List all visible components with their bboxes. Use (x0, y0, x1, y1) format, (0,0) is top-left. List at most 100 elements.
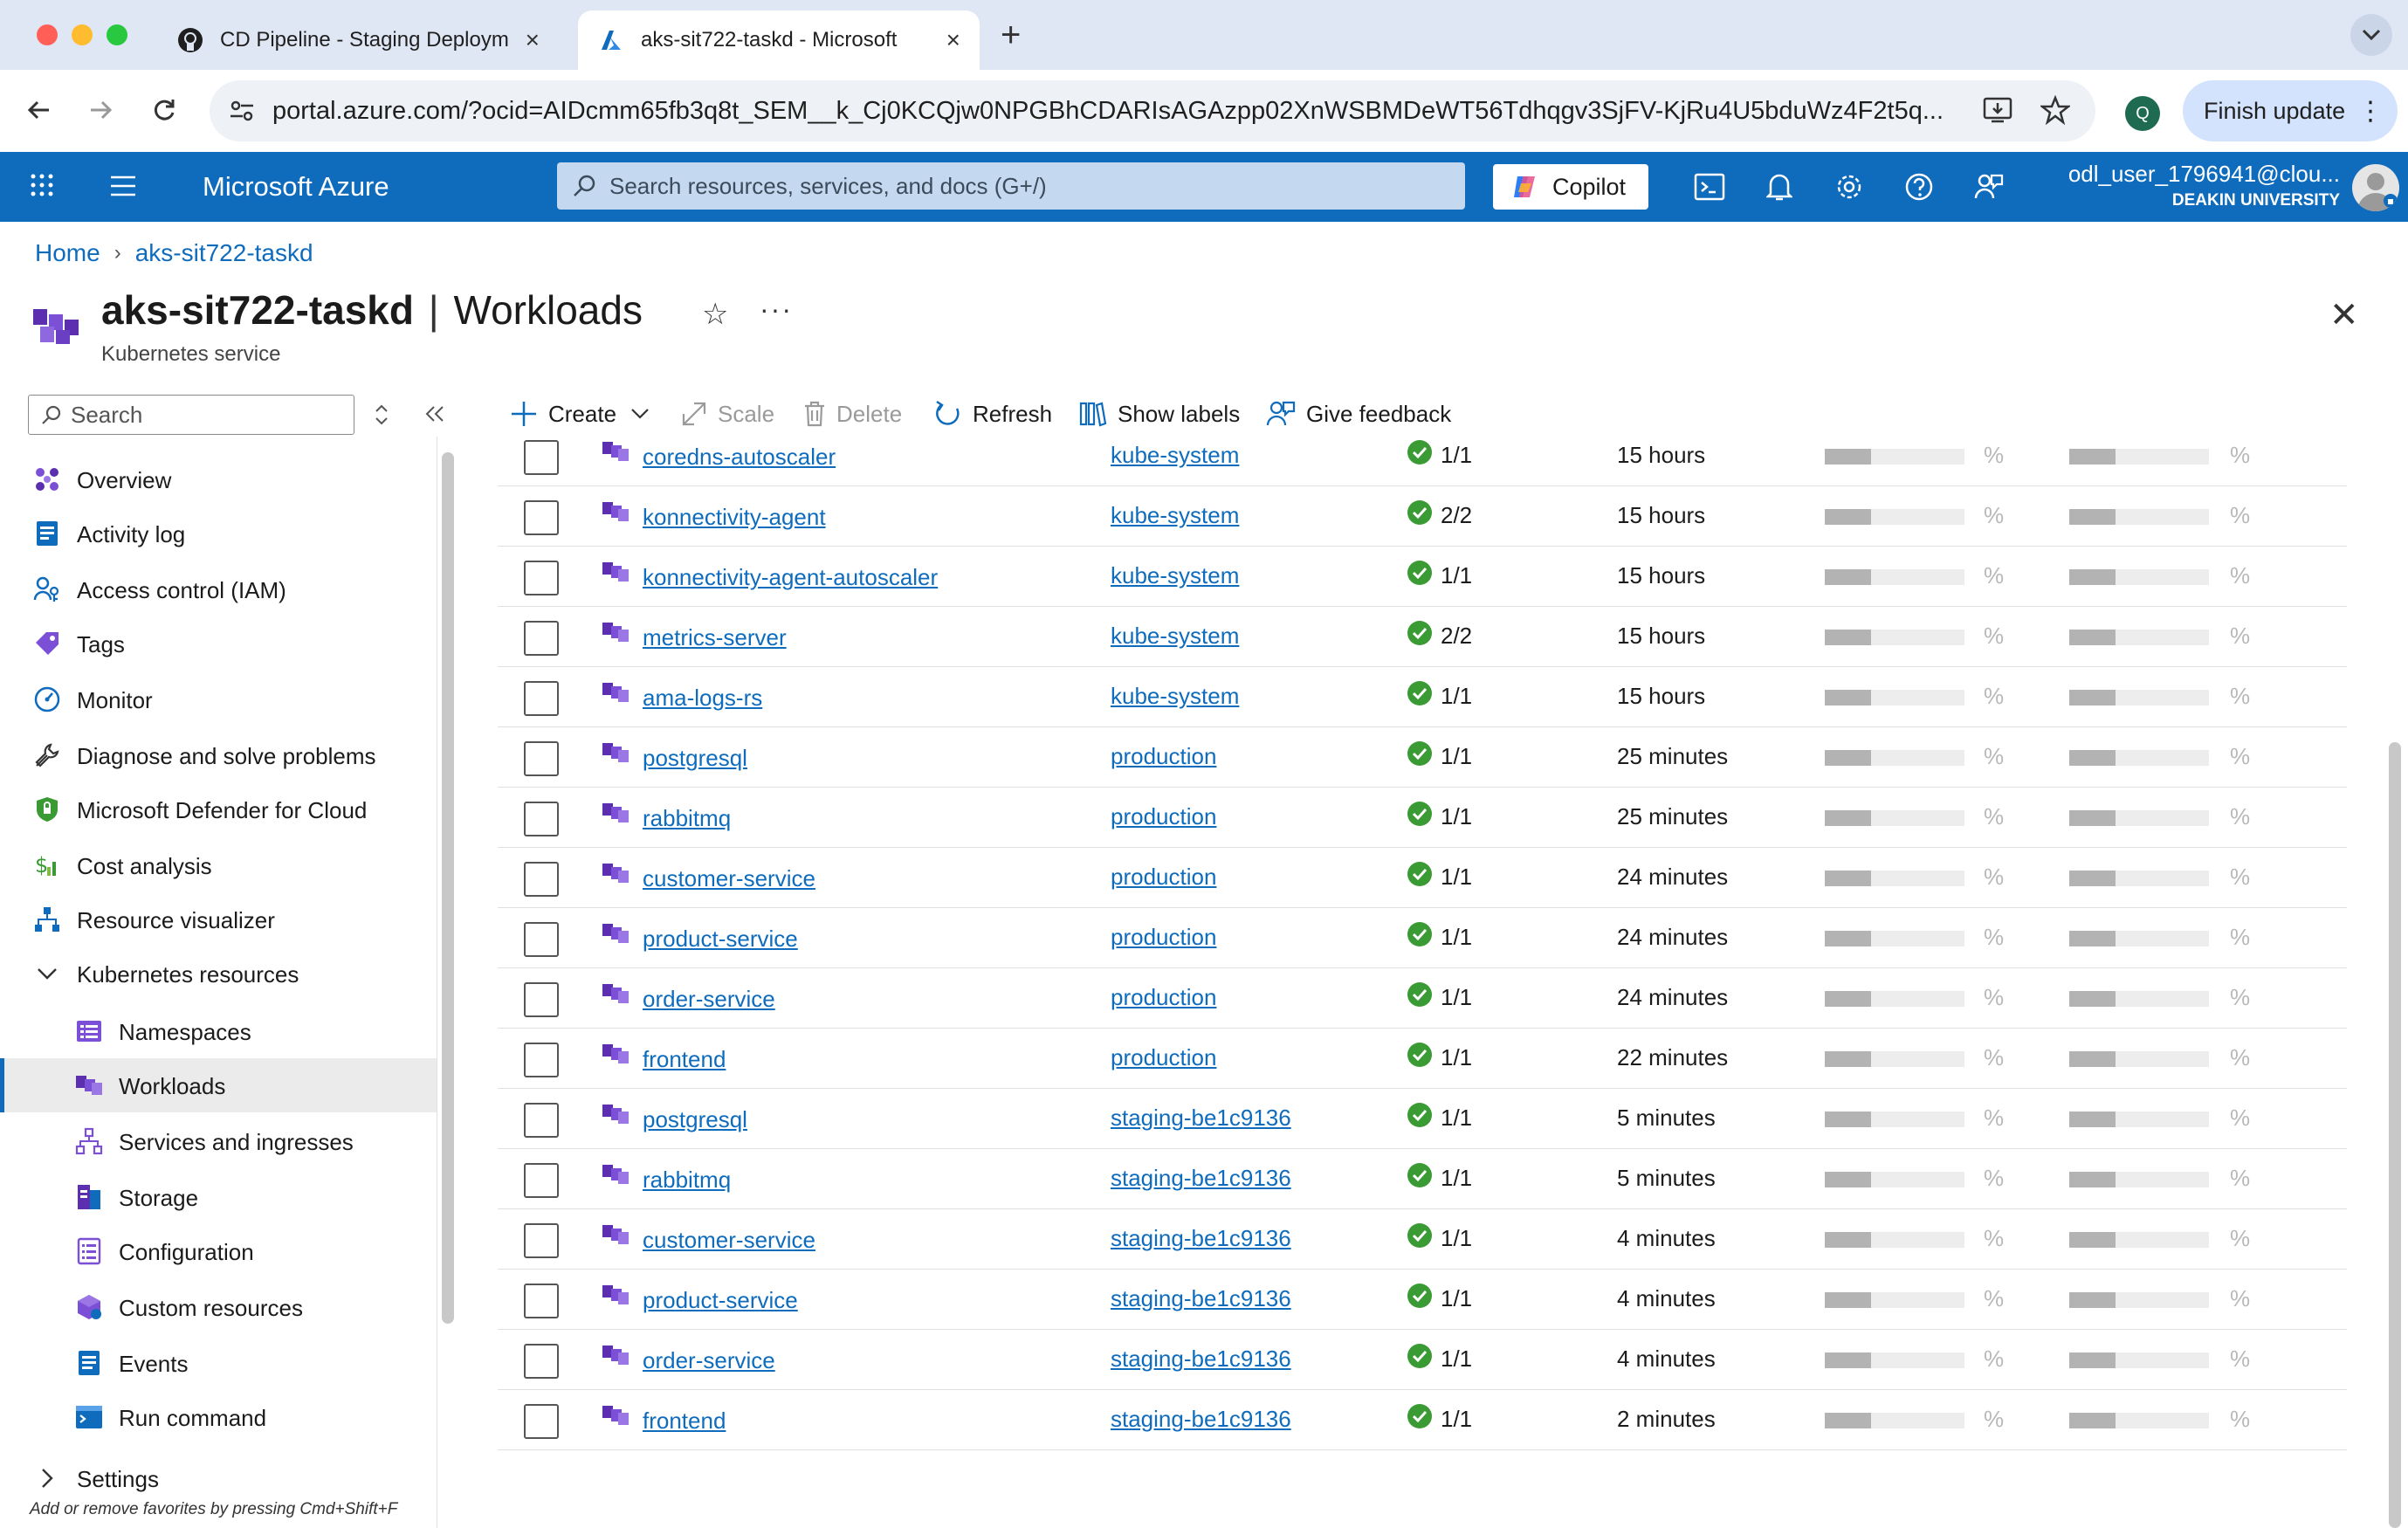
namespace-link[interactable]: production (1111, 864, 1216, 891)
table-row[interactable]: order-service production 1/1 24 minutes%% (498, 968, 2347, 1029)
workload-name-link[interactable]: product-service (643, 1287, 798, 1314)
breadcrumb-home[interactable]: Home (35, 239, 100, 267)
row-checkbox[interactable] (524, 500, 559, 535)
sidebar-scrollbar[interactable] (442, 452, 454, 1324)
namespace-link[interactable]: kube-system (1111, 562, 1239, 589)
table-row[interactable]: postgresql production 1/1 25 minutes%% (498, 727, 2347, 788)
table-row[interactable]: order-service staging-be1c9136 1/1 4 minute… (498, 1330, 2347, 1390)
table-row[interactable]: product-service staging-be1c9136 1/1 4 minu… (498, 1270, 2347, 1330)
row-checkbox[interactable] (524, 1284, 559, 1318)
sidebar-item-resource-visualizer[interactable]: Resource visualizer (0, 892, 437, 946)
namespace-link[interactable]: production (1111, 803, 1216, 830)
row-checkbox[interactable] (524, 1223, 559, 1258)
workload-name-link[interactable]: konnectivity-agent-autoscaler (643, 564, 938, 591)
sidebar-item-storage[interactable]: Storage (0, 1170, 437, 1224)
sidebar-item-configuration[interactable]: Configuration (0, 1224, 437, 1278)
workload-name-link[interactable]: frontend (643, 1046, 726, 1073)
namespace-link[interactable]: kube-system (1111, 683, 1239, 710)
row-checkbox[interactable] (524, 741, 559, 776)
sidebar-item-overview[interactable]: Overview (0, 452, 437, 506)
window-minimize-button[interactable] (72, 24, 93, 45)
namespace-link[interactable]: staging-be1c9136 (1111, 1406, 1291, 1433)
sidebar-item-cost-analysis[interactable]: $ Cost analysis (0, 838, 437, 892)
namespace-link[interactable]: kube-system (1111, 623, 1239, 650)
url-bar[interactable]: portal.azure.com/?ocid=AIDcmm65fb3q8t_SE… (210, 80, 2095, 141)
row-checkbox[interactable] (524, 1404, 559, 1439)
sidebar-item-run-command[interactable]: Run command (0, 1390, 437, 1444)
sidebar-search-input[interactable]: Search (28, 395, 354, 435)
close-tab-icon[interactable]: × (946, 26, 960, 54)
table-row[interactable]: customer-service staging-be1c9136 1/1 4 min… (498, 1209, 2347, 1270)
sidebar-item-defender[interactable]: Microsoft Defender for Cloud (0, 782, 437, 836)
expand-collapse-icon[interactable] (374, 403, 389, 432)
row-checkbox[interactable] (524, 922, 559, 957)
global-search-input[interactable]: Search resources, services, and docs (G+… (557, 162, 1465, 210)
sidebar-item-access-control[interactable]: Access control (IAM) (0, 562, 437, 616)
main-scrollbar[interactable] (2389, 742, 2401, 1528)
workload-name-link[interactable]: customer-service (643, 1227, 815, 1254)
more-options-icon[interactable]: ··· (760, 293, 793, 326)
copilot-button[interactable]: Copilot (1493, 164, 1648, 210)
site-settings-icon[interactable] (229, 98, 255, 131)
workload-name-link[interactable]: ama-logs-rs (643, 685, 762, 712)
namespace-link[interactable]: production (1111, 743, 1216, 770)
namespace-link[interactable]: production (1111, 1044, 1216, 1071)
back-arrow-icon[interactable] (17, 89, 59, 131)
sidebar-item-workloads[interactable]: Workloads (0, 1058, 437, 1112)
table-row[interactable]: product-service production 1/1 24 minutes%% (498, 908, 2347, 968)
workload-name-link[interactable]: rabbitmq (643, 1167, 731, 1194)
table-row[interactable]: ama-logs-rs kube-system 1/1 15 hours%% (498, 667, 2347, 727)
browser-tab-cd-pipeline[interactable]: CD Pipeline - Staging Deploym × (157, 10, 559, 70)
table-row[interactable]: postgresql staging-be1c9136 1/1 5 minutes%% (498, 1089, 2347, 1149)
namespace-link[interactable]: staging-be1c9136 (1111, 1346, 1291, 1373)
bookmark-star-icon[interactable] (2034, 89, 2076, 131)
cloud-shell-icon[interactable] (1692, 169, 1727, 204)
table-row[interactable]: rabbitmq production 1/1 25 minutes%% (498, 788, 2347, 848)
account-menu[interactable]: odl_user_1796941@clou... DEAKIN UNIVERSI… (2043, 161, 2340, 210)
table-row[interactable]: frontend staging-be1c9136 1/1 2 minutes%% (498, 1390, 2347, 1450)
namespace-link[interactable]: staging-be1c9136 (1111, 1165, 1291, 1192)
browser-tab-azure[interactable]: aks-sit722-taskd - Microsoft × (578, 10, 980, 70)
table-row[interactable]: konnectivity-agent kube-system 2/2 15 hours… (498, 486, 2347, 547)
row-checkbox[interactable] (524, 681, 559, 716)
sidebar-item-services-and-ingresses[interactable]: Services and ingresses (0, 1114, 437, 1168)
namespace-link[interactable]: staging-be1c9136 (1111, 1285, 1291, 1312)
close-tab-icon[interactable]: × (526, 26, 540, 54)
sidebar-item-namespaces[interactable]: Namespaces (0, 1004, 437, 1058)
tab-search-chevron-icon[interactable] (2350, 14, 2392, 56)
browser-menu-icon[interactable]: ⋮ (2357, 96, 2384, 127)
namespace-link[interactable]: staging-be1c9136 (1111, 1105, 1291, 1132)
sidebar-item-tags[interactable]: Tags (0, 616, 437, 671)
help-icon[interactable] (1902, 169, 1937, 204)
workload-name-link[interactable]: product-service (643, 926, 798, 953)
row-checkbox[interactable] (524, 440, 559, 475)
sidebar-item-monitor[interactable]: Monitor (0, 672, 437, 726)
forward-arrow-icon[interactable] (80, 89, 122, 131)
breadcrumb-resource[interactable]: aks-sit722-taskd (135, 239, 313, 267)
collapse-sidebar-icon[interactable] (424, 403, 445, 430)
table-row[interactable]: rabbitmq staging-be1c9136 1/1 5 minutes%% (498, 1149, 2347, 1209)
workload-name-link[interactable]: coredns-autoscaler (643, 444, 836, 471)
close-blade-icon[interactable]: ✕ (2329, 295, 2359, 335)
row-checkbox[interactable] (524, 561, 559, 595)
row-checkbox[interactable] (524, 1103, 559, 1138)
namespace-link[interactable]: production (1111, 924, 1216, 951)
row-checkbox[interactable] (524, 1344, 559, 1379)
table-row[interactable]: metrics-server kube-system 2/2 15 hours%% (498, 607, 2347, 667)
row-checkbox[interactable] (524, 621, 559, 656)
table-row[interactable]: customer-service production 1/1 24 minutes%… (498, 848, 2347, 908)
row-checkbox[interactable] (524, 862, 559, 897)
row-checkbox[interactable] (524, 1163, 559, 1198)
row-checkbox[interactable] (524, 1043, 559, 1077)
namespace-link[interactable]: production (1111, 984, 1216, 1011)
workload-name-link[interactable]: order-service (643, 986, 775, 1013)
app-launcher-icon[interactable] (30, 173, 54, 202)
sidebar-item-diagnose[interactable]: Diagnose and solve problems (0, 728, 437, 782)
azure-brand[interactable]: Microsoft Azure (203, 171, 389, 203)
sidebar-item-custom-resources[interactable]: Custom resources (0, 1280, 437, 1334)
workload-name-link[interactable]: metrics-server (643, 624, 787, 651)
namespace-link[interactable]: staging-be1c9136 (1111, 1225, 1291, 1252)
workload-name-link[interactable]: postgresql (643, 1106, 747, 1133)
sidebar-item-events[interactable]: Events (0, 1336, 437, 1390)
profile-avatar[interactable]: Q (2125, 96, 2160, 131)
